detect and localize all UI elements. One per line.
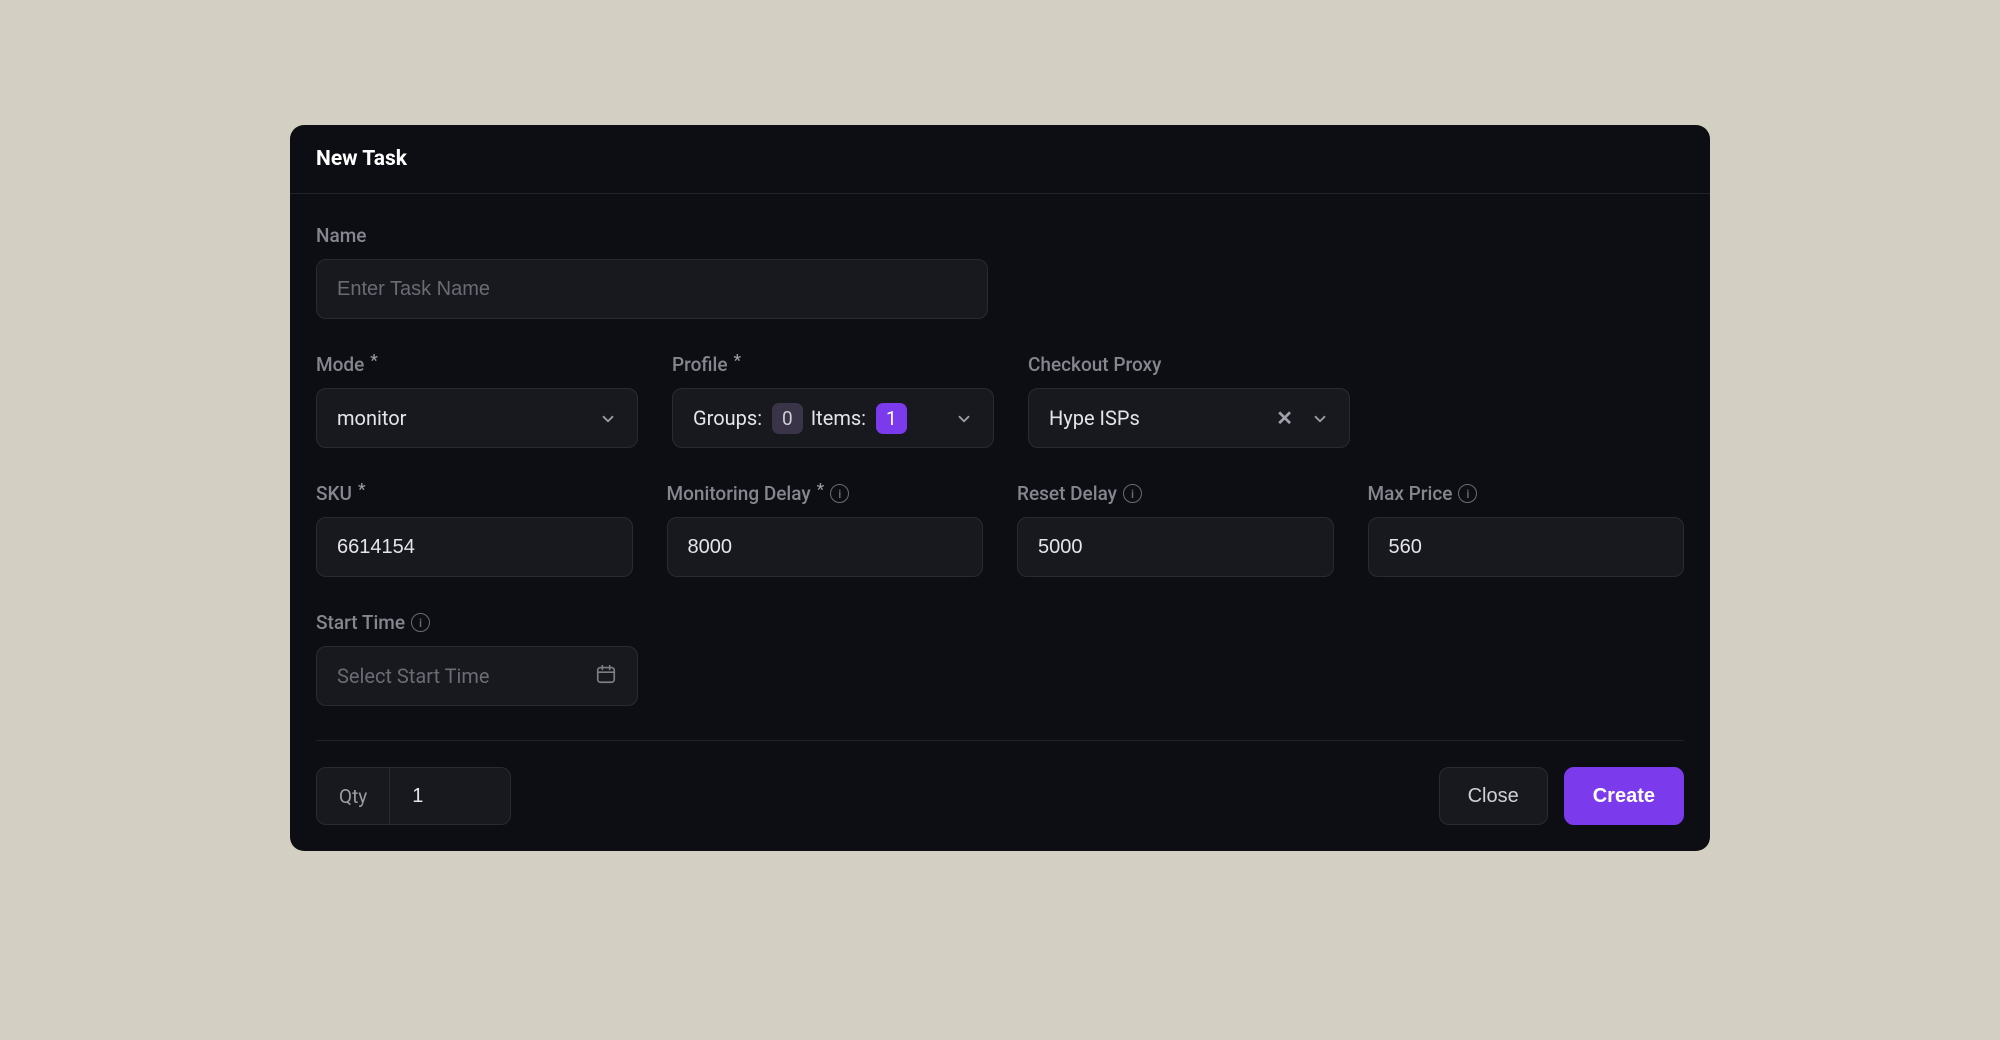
label-checkout-proxy: Checkout Proxy	[1028, 353, 1350, 376]
info-icon[interactable]: i	[1458, 484, 1477, 503]
label-name: Name	[316, 224, 988, 247]
label-profile-text: Profile	[672, 353, 728, 376]
profile-groups-badge: 0	[772, 403, 803, 434]
label-start-time: Start Time i	[316, 611, 638, 634]
label-mode: Mode *	[316, 353, 638, 376]
modal-footer: Qty Close Create	[290, 741, 1710, 851]
max-price-input[interactable]	[1368, 517, 1685, 577]
label-max-price: Max Price i	[1368, 482, 1685, 505]
label-monitoring-delay: Monitoring Delay * i	[667, 482, 984, 505]
info-icon[interactable]: i	[1123, 484, 1142, 503]
label-reset-delay: Reset Delay i	[1017, 482, 1334, 505]
field-mode: Mode * monitor	[316, 353, 638, 448]
modal-title: New Task	[316, 147, 1684, 171]
field-profile: Profile * Groups: 0 Items: 1	[672, 353, 994, 448]
chevron-down-icon	[599, 409, 617, 427]
profile-select[interactable]: Groups: 0 Items: 1	[672, 388, 994, 448]
start-time-picker[interactable]: Select Start Time	[316, 646, 638, 706]
field-start-time: Start Time i Select Start Time	[316, 611, 638, 706]
label-monitoring-delay-text: Monitoring Delay	[667, 482, 811, 505]
create-button[interactable]: Create	[1564, 767, 1684, 825]
label-sku-text: SKU	[316, 482, 352, 505]
qty-control: Qty	[316, 767, 511, 825]
qty-input[interactable]	[390, 768, 510, 824]
info-icon[interactable]: i	[830, 484, 849, 503]
field-name: Name	[316, 224, 988, 319]
mode-select[interactable]: monitor	[316, 388, 638, 448]
required-asterisk: *	[358, 480, 366, 500]
label-mode-text: Mode	[316, 353, 364, 376]
required-asterisk: *	[734, 351, 742, 371]
name-input[interactable]	[316, 259, 988, 319]
checkout-proxy-select[interactable]: Hype ISPs ✕	[1028, 388, 1350, 448]
row-start-time: Start Time i Select Start Time	[316, 611, 1684, 706]
label-start-time-text: Start Time	[316, 611, 405, 634]
chevron-down-icon	[1311, 409, 1329, 427]
clear-icon[interactable]: ✕	[1276, 408, 1293, 428]
sku-input[interactable]	[316, 517, 633, 577]
field-reset-delay: Reset Delay i	[1017, 482, 1334, 577]
checkout-proxy-actions: ✕	[1276, 408, 1329, 428]
profile-items-badge: 1	[876, 403, 907, 434]
label-reset-delay-text: Reset Delay	[1017, 482, 1117, 505]
info-icon[interactable]: i	[411, 613, 430, 632]
modal-header: New Task	[290, 125, 1710, 194]
row-mode-profile-proxy: Mode * monitor Profile * Groups: 0	[316, 353, 1684, 448]
label-max-price-text: Max Price	[1368, 482, 1453, 505]
chevron-down-icon	[955, 409, 973, 427]
profile-select-inner: Groups: 0 Items: 1	[693, 403, 907, 434]
row-name: Name	[316, 224, 1684, 319]
profile-groups-label: Groups:	[693, 406, 762, 430]
modal-body: Name Mode * monitor Profile *	[290, 194, 1710, 741]
field-max-price: Max Price i	[1368, 482, 1685, 577]
field-sku: SKU *	[316, 482, 633, 577]
calendar-icon	[595, 663, 617, 690]
close-button[interactable]: Close	[1439, 767, 1548, 825]
row-sku-delays-price: SKU * Monitoring Delay * i Reset Delay i	[316, 482, 1684, 577]
start-time-placeholder: Select Start Time	[337, 664, 490, 688]
new-task-modal: New Task Name Mode * monitor	[290, 125, 1710, 851]
checkout-proxy-value: Hype ISPs	[1049, 406, 1140, 430]
field-checkout-proxy: Checkout Proxy Hype ISPs ✕	[1028, 353, 1350, 448]
reset-delay-input[interactable]	[1017, 517, 1334, 577]
qty-label: Qty	[317, 768, 390, 824]
mode-select-value: monitor	[337, 406, 406, 430]
required-asterisk: *	[370, 351, 378, 371]
required-asterisk: *	[817, 480, 825, 500]
footer-actions: Close Create	[1439, 767, 1684, 825]
profile-items-label: Items:	[811, 406, 866, 430]
monitoring-delay-input[interactable]	[667, 517, 984, 577]
field-monitoring-delay: Monitoring Delay * i	[667, 482, 984, 577]
label-profile: Profile *	[672, 353, 994, 376]
label-sku: SKU *	[316, 482, 633, 505]
